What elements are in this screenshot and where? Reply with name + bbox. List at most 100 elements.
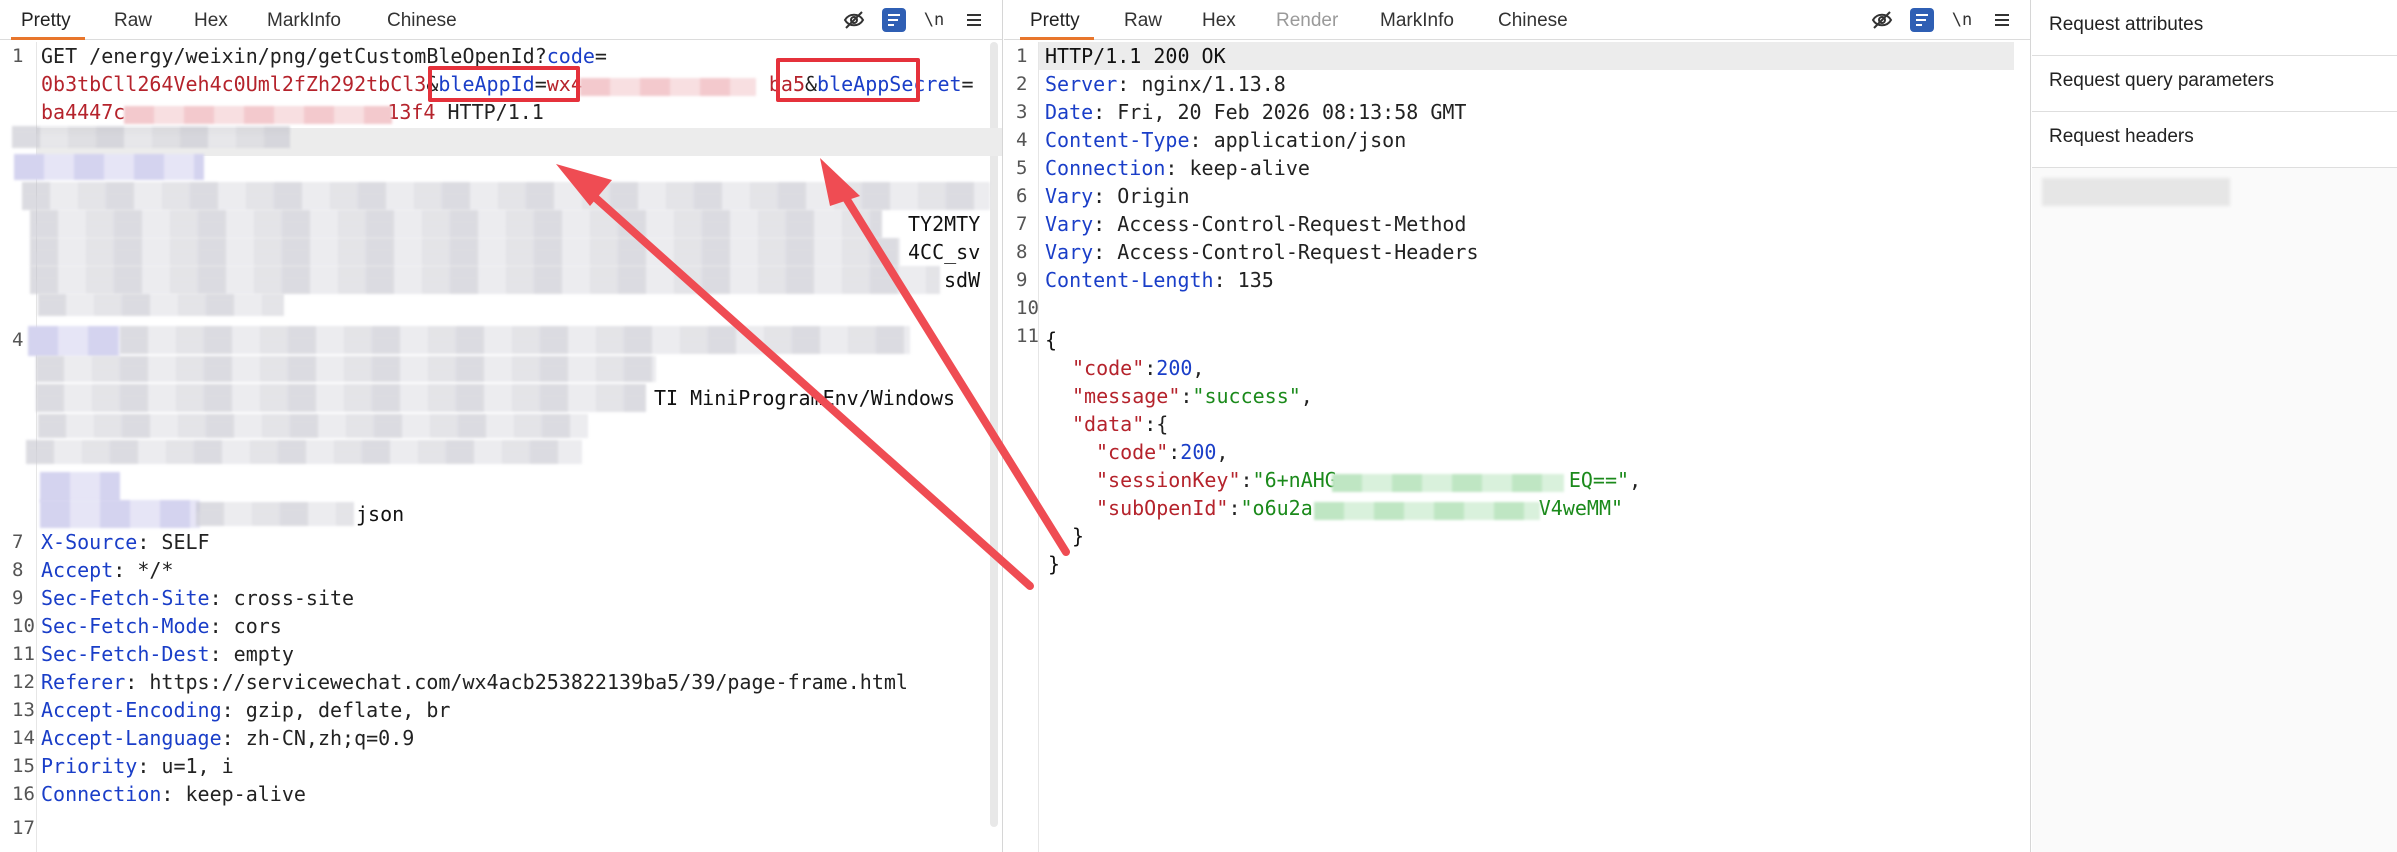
header-line: Server: nginx/1.13.8 xyxy=(1045,72,1286,96)
redacted-content-type xyxy=(40,472,120,502)
newline-toggle-icon[interactable]: \n xyxy=(922,8,946,32)
header-line: X-Source: SELF xyxy=(41,530,210,554)
menu-icon[interactable] xyxy=(962,8,986,32)
json-line-code: "code":200, xyxy=(1072,356,1205,380)
annotation-box-ble-app-id xyxy=(428,66,580,102)
response-pane: Pretty Raw Hex Render MarkInfo Chinese \… xyxy=(1004,0,2031,852)
visible-fragment: 4CC_sv xyxy=(908,240,981,264)
line-number: 8 xyxy=(1016,241,1028,263)
json-open-brace: { xyxy=(1045,328,1058,352)
line-number: 15 xyxy=(12,755,35,777)
line-number: 5 xyxy=(1016,157,1028,179)
header-line: Vary: Access-Control-Request-Method xyxy=(1045,212,1467,236)
newline-toggle-icon[interactable]: \n xyxy=(1950,8,1974,32)
line-number: 1 xyxy=(1016,45,1028,67)
header-line: Connection: keep-alive xyxy=(1045,156,1310,180)
line-number: 3 xyxy=(1016,101,1028,123)
response-tab-markinfo[interactable]: MarkInfo xyxy=(1376,0,1458,40)
request-tab-markinfo[interactable]: MarkInfo xyxy=(263,0,345,40)
response-tab-hex[interactable]: Hex xyxy=(1198,0,1240,40)
response-tab-chinese[interactable]: Chinese xyxy=(1494,0,1572,40)
redacted-content-type xyxy=(40,500,200,528)
header-line: Sec-Fetch-Mode: cors xyxy=(41,614,282,638)
status-line: HTTP/1.1 200 OK xyxy=(1045,44,1226,68)
inspector-pane: Request attributes Request query paramet… xyxy=(2032,0,2397,852)
visible-fragment: json xyxy=(356,502,405,526)
request-tab-pretty[interactable]: Pretty xyxy=(11,0,85,40)
json-line-message: "message":"success", xyxy=(1072,384,1313,408)
text-wrap-icon[interactable] xyxy=(1910,8,1934,32)
line-number: 11 xyxy=(12,643,35,665)
hide-eye-slash-icon[interactable] xyxy=(1870,8,1894,32)
redacted-header-block xyxy=(30,238,900,266)
header-line: Content-Type: application/json xyxy=(1045,128,1407,152)
redacted-header-block xyxy=(30,266,940,294)
response-editor[interactable]: 1 HTTP/1.1 200 OK 2 Server: nginx/1.13.8… xyxy=(1004,42,2030,852)
json-close-brace: } xyxy=(1048,552,1061,576)
header-line: Accept-Encoding: gzip, deflate, br xyxy=(41,698,451,722)
header-line: Referer: https://servicewechat.com/wx4ac… xyxy=(41,670,908,694)
response-tab-pretty[interactable]: Pretty xyxy=(1020,0,1094,40)
inspector-request-attributes[interactable]: Request attributes xyxy=(2032,0,2397,56)
line-number: 12 xyxy=(12,671,35,693)
line-number: 9 xyxy=(1016,269,1028,291)
line-number: 17 xyxy=(12,817,35,839)
text-wrap-icon[interactable] xyxy=(882,8,906,32)
inspector-request-query-parameters[interactable]: Request query parameters xyxy=(2032,56,2397,112)
line-number: 8 xyxy=(12,559,24,581)
request-tab-raw[interactable]: Raw xyxy=(110,0,156,40)
response-tab-raw[interactable]: Raw xyxy=(1120,0,1166,40)
request-pane: Pretty Raw Hex MarkInfo Chinese \n 1 GET… xyxy=(0,0,1003,852)
header-line: Priority: u=1, i xyxy=(41,754,234,778)
line-number: 4 xyxy=(1016,129,1028,151)
request-tab-hex[interactable]: Hex xyxy=(190,0,232,40)
line-number: 10 xyxy=(1016,297,1039,319)
line-number: 16 xyxy=(12,783,35,805)
json-line-inner-code: "code":200, xyxy=(1096,440,1229,464)
annotation-box-ble-app-secret xyxy=(776,58,920,102)
visible-fragment: TY2MTY xyxy=(908,212,981,236)
request-editor[interactable]: 1 GET /energy/weixin/png/getCustomBleOpe… xyxy=(0,42,1002,852)
menu-icon[interactable] xyxy=(1990,8,2014,32)
redacted-header-line xyxy=(14,154,204,180)
redacted-header-line xyxy=(12,126,290,148)
line-number: 10 xyxy=(12,615,35,637)
header-line: Accept-Language: zh-CN,zh;q=0.9 xyxy=(41,726,415,750)
line-number: 9 xyxy=(12,587,24,609)
line-number: 11 xyxy=(1016,325,1039,347)
line-number: 1 xyxy=(12,45,24,67)
request-tab-chinese[interactable]: Chinese xyxy=(383,0,461,40)
inspector-request-headers[interactable]: Request headers xyxy=(2032,112,2397,168)
redacted-user-agent xyxy=(36,356,656,382)
line-number: 6 xyxy=(1016,185,1028,207)
redacted-user-agent xyxy=(120,326,910,354)
redacted-app-secret xyxy=(124,106,392,124)
redacted-header-block xyxy=(38,294,284,316)
line-number: 2 xyxy=(1016,73,1028,95)
redacted-header-block xyxy=(30,210,882,238)
line-number: 14 xyxy=(12,727,35,749)
redacted-session-key xyxy=(1332,474,1564,492)
line-number: 13 xyxy=(12,699,35,721)
header-line: Sec-Fetch-Site: cross-site xyxy=(41,586,355,610)
header-line: Accept: */* xyxy=(41,558,174,582)
header-line: Vary: Access-Control-Request-Headers xyxy=(1045,240,1479,264)
json-line-data: "data":{ xyxy=(1072,412,1169,436)
line-number: 7 xyxy=(12,531,24,553)
header-line: Date: Fri, 20 Feb 2026 08:13:58 GMT xyxy=(1045,100,1467,124)
redacted-content-type xyxy=(196,502,354,526)
redacted-user-agent xyxy=(36,384,646,412)
redacted-user-agent xyxy=(38,414,588,438)
redacted-sub-open-id xyxy=(1314,502,1540,520)
json-inner-close-brace: } xyxy=(1072,524,1085,548)
response-tab-render[interactable]: Render xyxy=(1272,0,1342,40)
visible-fragment: TI MiniProgramEnv/Windows xyxy=(654,386,956,410)
hide-eye-slash-icon[interactable] xyxy=(842,8,866,32)
header-line: Content-Length: 135 xyxy=(1045,268,1274,292)
redacted-inspector-item xyxy=(2042,178,2230,206)
redacted-user-agent xyxy=(26,440,582,464)
request-tabbar: Pretty Raw Hex MarkInfo Chinese \n xyxy=(0,0,1002,40)
redacted-app-id xyxy=(580,78,756,96)
redacted-user-agent xyxy=(28,326,120,356)
header-line: Vary: Origin xyxy=(1045,184,1190,208)
